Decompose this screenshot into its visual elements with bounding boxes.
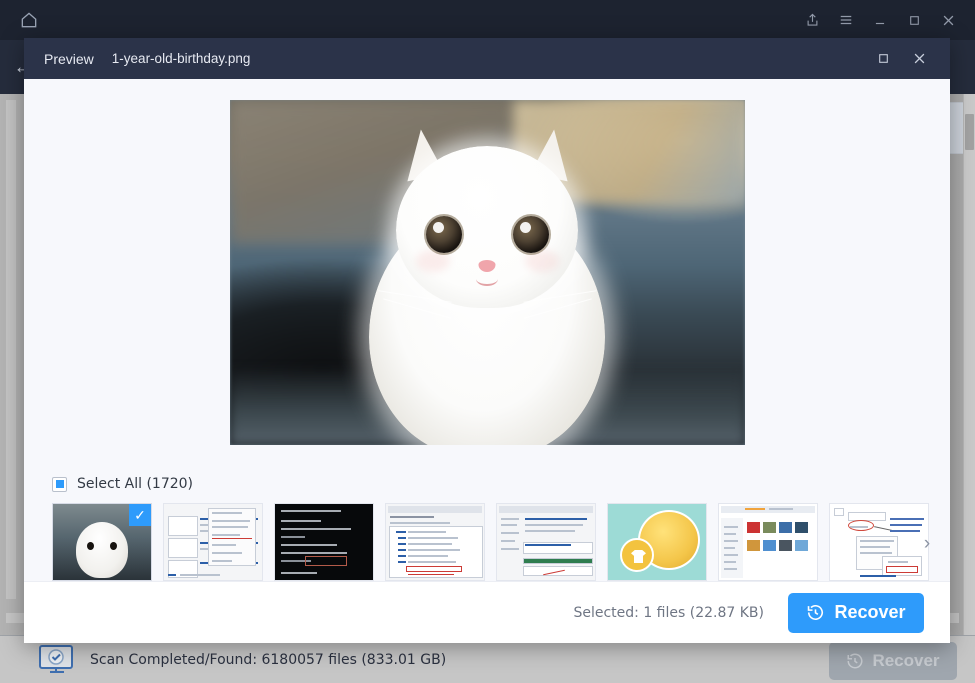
- recover-button[interactable]: Recover: [788, 593, 924, 633]
- maximize-icon[interactable]: [899, 5, 929, 35]
- scrollbar-thumb[interactable]: [965, 114, 974, 150]
- thumbnail-disk-management[interactable]: [163, 503, 263, 581]
- preview-modal-body: Select All (1720) ✓: [24, 79, 950, 643]
- cat-cheek-left: [416, 250, 450, 272]
- preview-stage: [24, 79, 950, 465]
- thumb-cat-eye: [87, 542, 94, 550]
- thumbnail-art: [608, 504, 706, 580]
- cat-eye-right: [513, 216, 549, 253]
- modal-maximize-icon[interactable]: [866, 42, 900, 76]
- scan-status-text: Scan Completed/Found: 6180057 files (833…: [90, 652, 446, 668]
- monitor-check-icon: [36, 643, 78, 677]
- minimize-icon[interactable]: [865, 5, 895, 35]
- thumbnail-device-manager[interactable]: [385, 503, 485, 581]
- modal-close-icon[interactable]: [902, 42, 936, 76]
- recover-button-label: Recover: [834, 602, 905, 623]
- thumbnail-file-explorer[interactable]: [718, 503, 818, 581]
- annotation-oval: [848, 520, 874, 531]
- preview-file-name: 1-year-old-birthday.png: [112, 51, 251, 66]
- thumbnail-art: [497, 504, 595, 580]
- selected-files-info: Selected: 1 files (22.87 KB): [573, 605, 764, 621]
- left-panel-strip: [6, 100, 16, 599]
- thumbnail-google-drive-note[interactable]: [829, 503, 929, 581]
- preview-title: Preview: [44, 51, 94, 67]
- select-all-checkbox[interactable]: [52, 477, 67, 492]
- thumbnail-art: [386, 504, 484, 580]
- recover-button-disabled: Recover: [829, 642, 957, 680]
- app-titlebar: [0, 0, 975, 40]
- thumbnail-art: [830, 504, 928, 580]
- preview-modal: Preview 1-year-old-birthday.png: [24, 38, 950, 643]
- restore-clock-icon: [806, 603, 825, 622]
- hamburger-menu-icon[interactable]: [831, 5, 861, 35]
- thumb-cat-eye: [110, 542, 117, 550]
- cat-eye-left: [426, 216, 462, 253]
- thumbnail-terminal[interactable]: [274, 503, 374, 581]
- preview-modal-header: Preview 1-year-old-birthday.png: [24, 38, 950, 79]
- background-vertical-scrollbar[interactable]: [963, 94, 975, 635]
- preview-image: [230, 100, 745, 445]
- thumbnail-disk-dialog[interactable]: [496, 503, 596, 581]
- select-all-row[interactable]: Select All (1720): [52, 471, 193, 497]
- cat-cheek-right: [525, 250, 559, 272]
- recover-disabled-label: Recover: [872, 651, 939, 671]
- thumbnail-strip[interactable]: ✓: [52, 503, 932, 591]
- thumbnail-art: [164, 504, 262, 580]
- close-icon[interactable]: [933, 5, 963, 35]
- select-all-label: Select All (1720): [77, 476, 193, 492]
- preview-modal-footer: Selected: 1 files (22.87 KB) Recover: [24, 581, 950, 643]
- cartoon-coin: [620, 538, 654, 572]
- thumbnail-art: [719, 504, 817, 580]
- thumbnail-art: [275, 504, 373, 580]
- share-upload-icon[interactable]: [797, 5, 827, 35]
- thumbnail-next-arrow-icon[interactable]: ›: [918, 533, 936, 555]
- thumbnail-cat-photo[interactable]: ✓: [52, 503, 152, 581]
- home-icon[interactable]: [14, 5, 44, 35]
- check-icon: ✓: [129, 504, 151, 526]
- cat-mouth: [476, 272, 498, 286]
- thumbnail-yellow-cartoon[interactable]: [607, 503, 707, 581]
- restore-clock-icon: [846, 652, 864, 670]
